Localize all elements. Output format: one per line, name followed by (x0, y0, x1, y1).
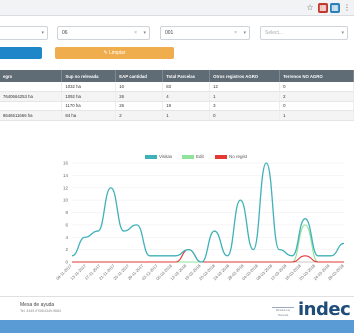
help-desk-label[interactable]: Mesa de ayuda (20, 302, 54, 308)
table-cell: 0 (279, 82, 354, 92)
search-button[interactable] (0, 47, 42, 59)
y-tick-label: 4 (65, 235, 68, 240)
column-header[interactable]: Otros registros AGRO (209, 70, 281, 82)
legend-swatch (145, 154, 157, 159)
clear-button[interactable]: ✎ Limpiar (55, 47, 174, 59)
series-line-no-regist (72, 249, 344, 263)
results-table: egro Sup no relevada EAP cantidad Total … (0, 70, 354, 121)
table-cell: 1092 ha (61, 91, 117, 102)
chevron-down-icon: ▾ (143, 30, 146, 36)
filter-value: 001 (165, 30, 174, 36)
clear-icon[interactable]: × (234, 27, 237, 39)
table-cell: 83 (162, 82, 211, 92)
y-tick-label: 2 (65, 247, 68, 252)
y-tick-label: 8 (65, 210, 68, 215)
y-tick-label: 14 (63, 173, 69, 178)
legend-item-edit[interactable]: Edit (182, 154, 204, 160)
menu-icon[interactable]: ⋮ (342, 3, 352, 13)
table-cell: 0 (209, 110, 281, 121)
chevron-down-icon: ▾ (243, 30, 246, 36)
footer: Mesa de ayuda Tel. 4349-9706/4349-9684 M… (0, 296, 354, 320)
table-cell: 19 (162, 101, 211, 111)
table-cell: 1 (162, 110, 211, 121)
table-cell: 7640664253 ha (0, 91, 63, 102)
help-desk-contact: Tel. 4349-9706/4349-9684 (20, 309, 61, 313)
extension-icon[interactable]: ▦ (318, 3, 328, 13)
filter-select-province[interactable]: ▾ (0, 26, 48, 40)
table-row: 8646511666 ha 84 ha 2 1 0 1 (0, 110, 354, 121)
indec-logo[interactable]: indec (298, 299, 351, 320)
column-header[interactable]: Terrenos NO AGRO (279, 70, 354, 82)
legend-swatch (182, 154, 194, 159)
filter-select-zone[interactable]: 001 × ▾ (160, 26, 250, 40)
filter-placeholder: Select... (265, 30, 284, 36)
table-cell: 1 (209, 91, 281, 102)
table-cell: 1170 ha (61, 101, 117, 111)
table-row: 7640664253 ha 1092 ha 26 4 1 2 (0, 91, 354, 102)
filter-bar: ▾ 06 × ▾ 001 × ▾ Select... ▾ (0, 20, 354, 46)
indec-logo-text: indec (298, 299, 351, 320)
table-row: 1032 ha 10 83 12 0 (0, 82, 354, 92)
table-cell: 1 (279, 110, 354, 121)
clear-button-label: Limpiar (109, 50, 126, 56)
table-cell: 3 (209, 101, 281, 111)
column-header[interactable]: egro (0, 70, 63, 82)
legend-label: Edit (196, 154, 204, 159)
column-header[interactable]: Sup no relevada (61, 70, 117, 82)
table-cell: 1032 ha (61, 82, 117, 92)
column-header[interactable]: EAP cantidad (115, 70, 164, 82)
line-chart: 024681012141609-11-201713-11-201717-11-2… (55, 161, 346, 282)
table-cell: 84 ha (61, 110, 117, 121)
x-tick-label: 28-03-2018 (327, 263, 346, 282)
table-cell: 2 (115, 110, 164, 121)
filter-value: 06 (62, 30, 68, 36)
chevron-down-icon: ▾ (341, 30, 344, 36)
table-cell: 4 (162, 91, 211, 102)
legend-label: Visitas (159, 154, 173, 159)
browser-window: ☆ ▦ ▦ ⋮ ▾ 06 × ▾ 001 × ▾ Select... ▾ ✎ L… (0, 0, 354, 320)
table-cell: 10 (115, 82, 164, 92)
table-cell: 12 (209, 82, 281, 92)
y-tick-label: 10 (63, 198, 69, 203)
legend-item-no-regist[interactable]: No regist (215, 154, 247, 160)
browser-toolbar: ☆ ▦ ▦ ⋮ (0, 0, 354, 16)
clear-icon[interactable]: × (134, 27, 137, 39)
extension-icon[interactable]: ▦ (330, 3, 340, 13)
star-icon[interactable]: ☆ (305, 3, 315, 13)
column-header[interactable]: Total Parcelas (162, 70, 211, 82)
table-header-row: egro Sup no relevada EAP cantidad Total … (0, 70, 354, 82)
table-cell: 26 (115, 101, 164, 111)
y-tick-label: 16 (63, 161, 69, 166)
table-cell: 8646511666 ha (0, 110, 63, 121)
legend-swatch (215, 154, 227, 159)
filter-select-department[interactable]: 06 × ▾ (57, 26, 150, 40)
table-cell (0, 101, 63, 111)
filter-select-other[interactable]: Select... ▾ (260, 26, 348, 40)
legend-label: No regist (229, 154, 248, 159)
table-row: 1170 ha 26 19 3 0 (0, 101, 354, 111)
visits-chart: Visitas Edit No regist 0 2 4 6 8 10 12 14 16 09-1… (0, 148, 354, 296)
table-cell: 26 (115, 91, 164, 102)
table-cell: 0 (279, 101, 354, 111)
legend-item-visitas[interactable]: Visitas (145, 154, 172, 160)
table-cell (0, 82, 63, 92)
chevron-down-icon: ▾ (41, 30, 44, 36)
table-cell: 2 (279, 91, 354, 102)
ministry-logo: Ministerio de Hacienda (272, 307, 294, 317)
y-tick-label: 6 (65, 222, 68, 227)
y-tick-label: 12 (63, 185, 69, 190)
